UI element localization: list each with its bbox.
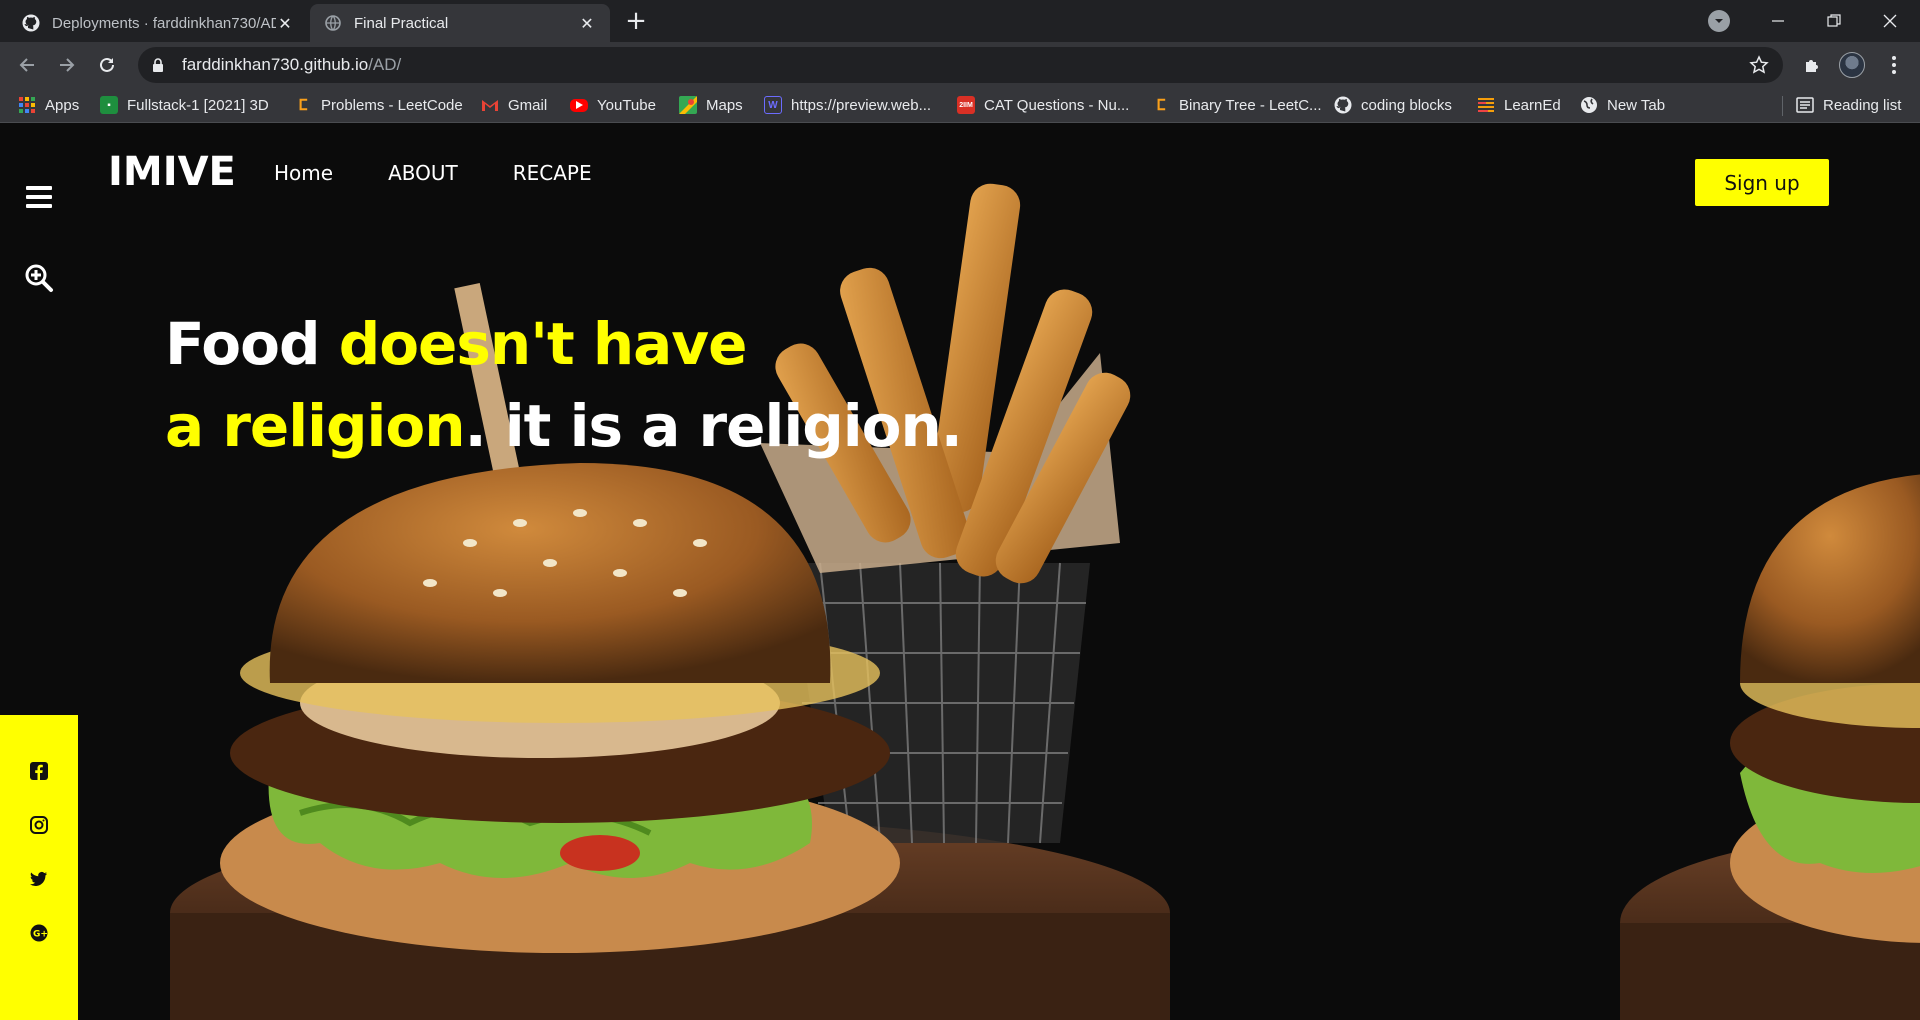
- bookmarks-separator: [1782, 96, 1783, 116]
- w-icon: W: [764, 96, 782, 114]
- nav-recape[interactable]: RECAPE: [513, 161, 592, 185]
- close-tab-icon[interactable]: ✕: [578, 14, 596, 33]
- bookmark-label: Maps: [706, 96, 743, 114]
- facebook-icon[interactable]: [29, 761, 49, 781]
- browser-toolbar: farddinkhan730.github.io/AD/: [0, 42, 1920, 88]
- learned-icon: [1477, 96, 1495, 114]
- minimize-button[interactable]: [1750, 0, 1806, 42]
- cat-icon: 2IIM: [957, 96, 975, 114]
- nav-about[interactable]: ABOUT: [388, 161, 458, 185]
- bookmark-leetcode-problems[interactable]: ⵎ Problems - LeetCode: [294, 94, 463, 116]
- bookmark-label: Fullstack-1 [2021] 3D: [127, 96, 269, 114]
- bookmark-label: https://preview.web...: [791, 96, 932, 114]
- google-plus-icon[interactable]: G+: [29, 923, 49, 943]
- close-window-button[interactable]: [1862, 0, 1918, 42]
- reload-button[interactable]: [92, 50, 122, 80]
- url-path: /AD/: [368, 55, 402, 74]
- leetcode-icon: ⵎ: [1156, 97, 1166, 114]
- url-host: farddinkhan730.github.io: [182, 55, 369, 74]
- tab-deployments[interactable]: Deployments · farddinkhan730/AD ✕: [8, 4, 308, 42]
- bookmark-apps[interactable]: Apps: [18, 94, 79, 116]
- social-links-panel: G+: [0, 715, 78, 1020]
- tab-final-practical[interactable]: Final Practical ✕: [310, 4, 610, 42]
- github-icon: [1334, 96, 1352, 114]
- zoom-in-icon[interactable]: [24, 263, 54, 293]
- hamburger-menu-icon[interactable]: [26, 186, 52, 208]
- signup-button[interactable]: Sign up: [1695, 159, 1829, 206]
- bookmark-label: Gmail: [508, 96, 548, 114]
- bookmark-label: coding blocks: [1361, 96, 1452, 114]
- back-button[interactable]: [12, 50, 42, 80]
- bookmark-maps[interactable]: Maps: [679, 94, 743, 116]
- bookmark-coding-blocks[interactable]: coding blocks: [1334, 94, 1452, 116]
- main-nav: Home ABOUT RECAPE: [274, 161, 592, 185]
- bookmark-label: Apps: [45, 96, 80, 114]
- gmail-icon: [481, 96, 499, 114]
- site-logo[interactable]: IMIVE: [108, 149, 236, 195]
- globe-icon: [1580, 96, 1598, 114]
- tab-title: Final Practical: [354, 14, 449, 32]
- restore-button[interactable]: [1806, 0, 1862, 42]
- reading-list-label: Reading list: [1823, 96, 1902, 114]
- bookmark-youtube[interactable]: YouTube: [570, 94, 656, 116]
- bookmark-label: Problems - LeetCode: [321, 96, 463, 114]
- bookmark-label: New Tab: [1607, 96, 1666, 114]
- instagram-icon[interactable]: [29, 815, 49, 835]
- headline-part-2: doesn't have: [338, 310, 748, 378]
- bookmark-gmail[interactable]: Gmail: [481, 94, 547, 116]
- svg-text:G+: G+: [33, 930, 48, 940]
- youtube-icon: [570, 98, 588, 112]
- browser-menu-icon[interactable]: [1881, 52, 1907, 78]
- profile-avatar[interactable]: [1839, 52, 1865, 78]
- bookmark-label: YouTube: [597, 96, 656, 114]
- maps-icon: [679, 96, 697, 114]
- headline-part-1: Food: [165, 310, 339, 378]
- bookmark-label: Binary Tree - LeetC...: [1179, 96, 1322, 114]
- bookmark-binary-tree[interactable]: ⵎ Binary Tree - LeetC...: [1152, 94, 1322, 116]
- globe-icon: [324, 14, 342, 32]
- bookmark-learned[interactable]: LearnEd: [1477, 94, 1561, 116]
- forward-button[interactable]: [52, 50, 82, 80]
- bookmark-label: CAT Questions - Nu...: [984, 96, 1130, 114]
- headline-part-4: . it is a religion.: [464, 392, 963, 460]
- github-icon: [22, 14, 40, 32]
- bookmark-new-tab[interactable]: New Tab: [1580, 94, 1665, 116]
- url-text: farddinkhan730.github.io/AD/: [182, 55, 401, 75]
- leetcode-icon: ⵎ: [298, 97, 308, 114]
- tab-search-button[interactable]: [1708, 10, 1730, 32]
- hero-food-image: [170, 183, 1920, 1020]
- close-tab-icon[interactable]: ✕: [276, 14, 294, 33]
- headline-part-3: a religion: [165, 392, 466, 460]
- bookmark-star-icon[interactable]: [1749, 55, 1769, 75]
- reading-list-button[interactable]: Reading list: [1796, 94, 1901, 116]
- twitter-icon[interactable]: [29, 869, 49, 889]
- nav-home[interactable]: Home: [274, 161, 333, 185]
- reading-list-icon: [1796, 96, 1814, 114]
- new-tab-button[interactable]: +: [622, 8, 650, 36]
- web-page: G+ IMIVE Home ABOUT RECAPE Sign up Food …: [0, 123, 1920, 1020]
- classroom-icon: ▪: [100, 96, 118, 114]
- bookmark-fullstack[interactable]: ▪ Fullstack-1 [2021] 3D: [100, 94, 269, 116]
- apps-grid-icon: [18, 96, 36, 114]
- extensions-icon[interactable]: [1800, 52, 1826, 78]
- hero-headline: Food doesn't have a religion. it is a re…: [165, 303, 963, 467]
- bookmark-preview-web[interactable]: Whttps://preview.web...: [764, 94, 931, 116]
- browser-tabstrip: Deployments · farddinkhan730/AD ✕ Final …: [0, 0, 1920, 42]
- bookmark-label: LearnEd: [1504, 96, 1561, 114]
- lock-icon: [152, 58, 166, 72]
- bookmark-cat-questions[interactable]: 2IIM CAT Questions - Nu...: [957, 94, 1129, 116]
- tab-title: Deployments · farddinkhan730/AD: [52, 14, 276, 32]
- bookmarks-bar: Apps ▪ Fullstack-1 [2021] 3D ⵎ Problems - …: [0, 88, 1920, 123]
- address-bar[interactable]: farddinkhan730.github.io/AD/: [138, 47, 1783, 83]
